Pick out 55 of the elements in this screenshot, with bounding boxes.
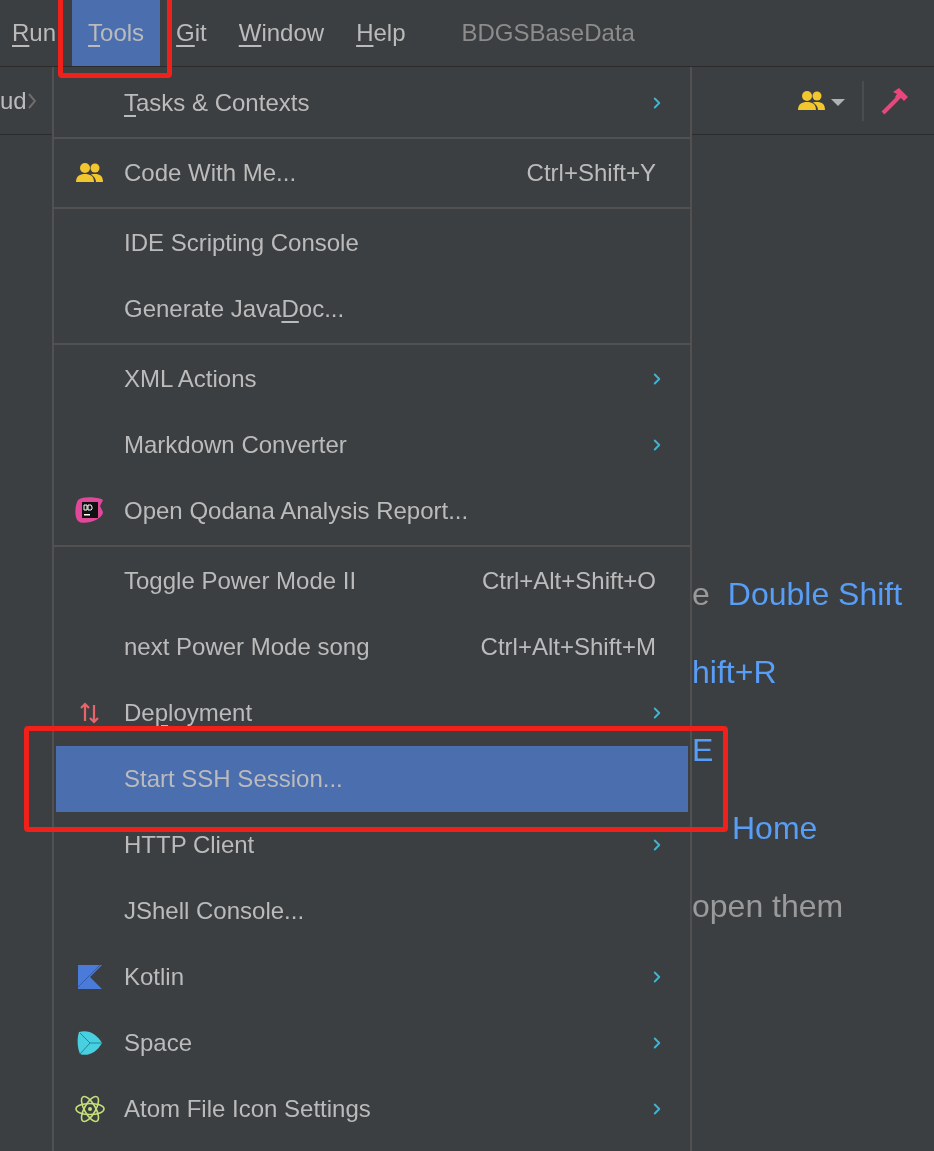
menu-label: Deployment — [124, 698, 253, 728]
menu-label: Toggle Power Mode II — [124, 566, 357, 596]
menu-label: Start SSH Session... — [124, 764, 343, 794]
breadcrumb[interactable]: ud — [0, 82, 27, 119]
menu-label: Markdown Converter — [124, 430, 347, 460]
qodana-icon — [75, 497, 105, 525]
menu-item[interactable]: Space — [56, 1010, 688, 1076]
hint-text: e — [692, 575, 710, 614]
shortcut-label: Ctrl+Alt+Shift+M — [480, 632, 656, 662]
menu-item[interactable]: Open Qodana Analysis Report... — [56, 478, 688, 544]
menu-label: Open Qodana Analysis Report... — [124, 496, 469, 526]
menu-label: Generate JavaDoc... — [124, 294, 345, 324]
menu-item[interactable]: Atom File Icon Settings — [56, 1076, 688, 1142]
hint-shortcut: Home — [732, 809, 818, 848]
menu-item[interactable]: Markdown Converter — [56, 412, 688, 478]
menu-label: Tasks & Contexts — [124, 88, 310, 118]
menu-label: Atom File Icon Settings — [124, 1094, 371, 1124]
menu-label: XML Actions — [124, 364, 257, 394]
up-down-arrows-icon — [79, 701, 101, 725]
menu-label: JShell Console... — [124, 896, 305, 926]
menu-label: Kotlin — [124, 962, 185, 992]
chevron-icon — [27, 92, 36, 109]
menu-item[interactable]: Deployment — [56, 680, 688, 746]
menu-item[interactable]: Tasks & Contexts — [56, 70, 688, 136]
hammer-icon[interactable] — [880, 85, 910, 116]
hint-shortcut: hift+R — [692, 653, 777, 692]
users-icon — [76, 162, 104, 184]
hint-shortcut: E — [692, 731, 714, 770]
users-dropdown-icon[interactable] — [798, 89, 846, 112]
menu-label: Space — [124, 1028, 193, 1058]
menu-item[interactable]: Toggle Power Mode II Ctrl+Alt+Shift+O — [56, 548, 688, 614]
project-title: BDGSBaseData — [461, 18, 635, 48]
atom-icon — [74, 1093, 106, 1125]
hint-shortcut: Double Shift — [727, 575, 903, 614]
menu-item[interactable]: next Power Mode song Ctrl+Alt+Shift+M — [56, 614, 688, 680]
menu-item[interactable]: Generate JavaDoc... — [56, 276, 688, 342]
menu-bar-item[interactable]: Run — [0, 0, 73, 66]
shortcut-label: Ctrl+Shift+Y — [526, 158, 656, 188]
menu-label: HTTP Client — [124, 830, 255, 860]
menu-item[interactable]: Code With Me... Ctrl+Shift+Y — [56, 140, 688, 206]
hint-text: open them — [692, 887, 844, 926]
menu-bar-item[interactable]: Window — [222, 0, 341, 66]
menu-item[interactable]: HTTP Client — [56, 812, 688, 878]
menu-item[interactable]: XML Actions — [56, 346, 688, 412]
menu-item[interactable]: IDE Scripting Console — [56, 210, 688, 276]
space-icon — [76, 1029, 104, 1057]
menu-label: Code With Me... — [124, 158, 297, 188]
kotlin-icon — [78, 965, 102, 989]
menu-item[interactable]: JShell Console... — [56, 878, 688, 944]
shortcut-label: Ctrl+Alt+Shift+O — [481, 566, 656, 596]
menu-label: next Power Mode song — [124, 632, 370, 662]
menu-bar-item[interactable]: Git — [160, 0, 223, 66]
menu-bar-item[interactable]: Help — [340, 0, 422, 66]
menu-item[interactable]: Kotlin — [56, 944, 688, 1010]
menu-label: IDE Scripting Console — [124, 228, 359, 258]
